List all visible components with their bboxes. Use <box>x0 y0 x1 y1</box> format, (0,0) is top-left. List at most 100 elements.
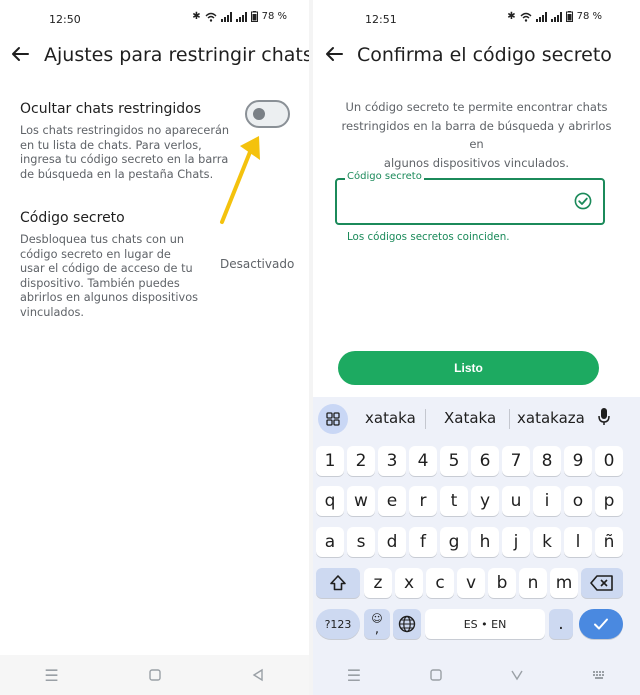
hide-chats-description: Los chats restringidos no aparecerán en … <box>20 124 230 181</box>
key-i[interactable]: i <box>533 486 561 516</box>
key-s[interactable]: s <box>347 527 375 557</box>
key-n[interactable]: n <box>519 568 547 598</box>
key-e[interactable]: e <box>378 486 406 516</box>
key-l[interactable]: l <box>564 527 592 557</box>
key-o[interactable]: o <box>564 486 592 516</box>
status-icons: ✱ 78 % <box>192 11 287 22</box>
back-nav-icon[interactable] <box>251 668 265 682</box>
key-2[interactable]: 2 <box>347 446 375 476</box>
key-9[interactable]: 9 <box>564 446 592 476</box>
key-w[interactable]: w <box>347 486 375 516</box>
key-a[interactable]: a <box>316 527 344 557</box>
key-y[interactable]: y <box>471 486 499 516</box>
key-c[interactable]: c <box>426 568 454 598</box>
arrow-annotation <box>220 136 260 224</box>
page-title: Confirma el código secreto <box>357 44 612 66</box>
app-bar: Ajustes para restringir chats <box>0 38 309 74</box>
space-key[interactable]: ES • EN <box>425 609 545 639</box>
menu-nav-icon[interactable]: ☰ <box>44 666 58 685</box>
suggestion-separator <box>425 409 426 429</box>
key-b[interactable]: b <box>488 568 516 598</box>
field-helper-text: Los códigos secretos coinciden. <box>347 231 510 243</box>
period-key[interactable]: . <box>549 609 573 639</box>
key-v[interactable]: v <box>457 568 485 598</box>
home-nav-icon[interactable] <box>148 668 162 682</box>
signal-icon <box>535 11 547 22</box>
key-0[interactable]: 0 <box>595 446 623 476</box>
suggestion-bar: xataka Xataka xatakaza <box>313 397 640 439</box>
battery-icon <box>565 11 573 22</box>
status-time: 12:51 <box>365 13 397 26</box>
secret-code-input[interactable] <box>347 195 567 215</box>
key-n-tilde[interactable]: ñ <box>595 527 623 557</box>
status-time: 12:50 <box>49 13 81 26</box>
key-r[interactable]: r <box>409 486 437 516</box>
home-nav-icon[interactable] <box>429 668 443 682</box>
key-j[interactable]: j <box>502 527 530 557</box>
key-5[interactable]: 5 <box>440 446 468 476</box>
apps-grid-icon[interactable] <box>318 404 348 434</box>
secret-code-field-label: Código secreto <box>345 171 424 182</box>
keyboard-icon[interactable] <box>592 668 606 682</box>
status-bar: 12:51 ✱ 78 % <box>313 0 640 36</box>
hide-chats-toggle[interactable] <box>245 100 290 128</box>
battery-icon <box>250 11 258 22</box>
suggestion-3[interactable]: xatakaza <box>517 409 585 427</box>
key-p[interactable]: p <box>595 486 623 516</box>
secret-code-description: Desbloquea tus chats con un código secre… <box>20 233 199 319</box>
bluetooth-icon: ✱ <box>192 11 201 22</box>
page-title: Ajustes para restringir chats <box>44 44 309 66</box>
key-8[interactable]: 8 <box>533 446 561 476</box>
nav-bar: ☰ <box>0 655 309 695</box>
battery-level: 78 % <box>261 11 287 22</box>
globe-icon <box>398 615 416 633</box>
key-h[interactable]: h <box>471 527 499 557</box>
hide-keyboard-icon[interactable] <box>510 668 524 682</box>
key-q[interactable]: q <box>316 486 344 516</box>
suggestion-separator <box>509 409 510 429</box>
bluetooth-icon: ✱ <box>507 11 516 22</box>
globe-key[interactable] <box>393 609 421 639</box>
key-z[interactable]: z <box>364 568 392 598</box>
key-d[interactable]: d <box>378 527 406 557</box>
key-6[interactable]: 6 <box>471 446 499 476</box>
battery-level: 78 % <box>576 11 602 22</box>
app-bar: Confirma el código secreto <box>313 38 640 74</box>
key-t[interactable]: t <box>440 486 468 516</box>
checkmark-icon <box>594 618 608 630</box>
key-4[interactable]: 4 <box>409 446 437 476</box>
suggestion-2[interactable]: Xataka <box>444 409 496 427</box>
key-m[interactable]: m <box>550 568 578 598</box>
right-screen: 12:51 ✱ 78 % Confirma el código secreto … <box>313 0 640 695</box>
key-k[interactable]: k <box>533 527 561 557</box>
shift-icon <box>330 575 346 591</box>
backspace-key[interactable] <box>581 568 623 598</box>
nav-bar: ☰ <box>313 655 640 695</box>
key-3[interactable]: 3 <box>378 446 406 476</box>
key-u[interactable]: u <box>502 486 530 516</box>
secret-code-title: Código secreto <box>20 210 125 226</box>
enter-key[interactable] <box>579 609 623 639</box>
check-circle-icon <box>574 192 592 210</box>
done-button[interactable]: Listo <box>338 351 599 385</box>
menu-nav-icon[interactable]: ☰ <box>347 666 361 685</box>
symbols-key[interactable]: ?123 <box>316 609 360 639</box>
back-arrow-icon[interactable] <box>8 42 32 66</box>
key-x[interactable]: x <box>395 568 423 598</box>
wifi-icon <box>520 12 532 22</box>
status-icons: ✱ 78 % <box>507 11 602 22</box>
key-1[interactable]: 1 <box>316 446 344 476</box>
hide-chats-title: Ocultar chats restringidos <box>20 101 202 117</box>
key-f[interactable]: f <box>409 527 437 557</box>
key-7[interactable]: 7 <box>502 446 530 476</box>
emoji-comma-key[interactable]: ☺ , <box>364 609 390 639</box>
shift-key[interactable] <box>316 568 360 598</box>
key-g[interactable]: g <box>440 527 468 557</box>
back-arrow-icon[interactable] <box>322 42 346 66</box>
mic-icon[interactable] <box>596 406 612 428</box>
secret-code-status[interactable]: Desactivado <box>220 257 294 271</box>
suggestion-1[interactable]: xataka <box>365 409 416 427</box>
toggle-knob <box>253 108 265 120</box>
left-screen: 12:50 ✱ 78 % Ajustes para restringir cha… <box>0 0 309 695</box>
signal-icon-2 <box>550 11 562 22</box>
